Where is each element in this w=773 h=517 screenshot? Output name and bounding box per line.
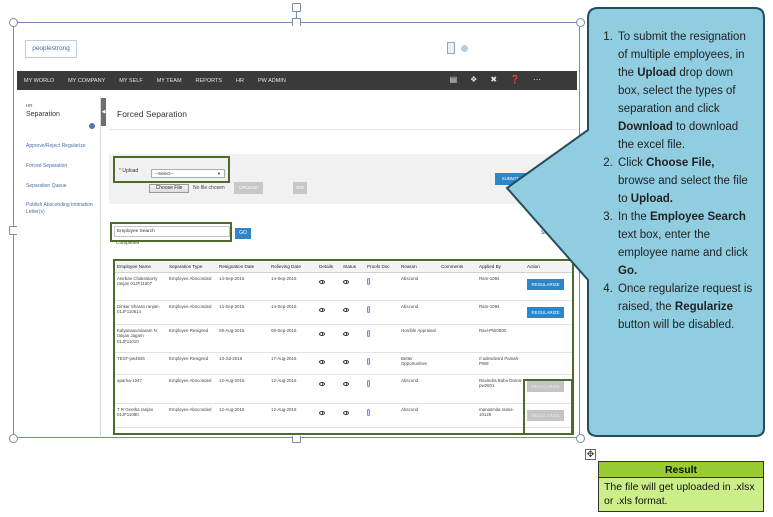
instruction-keyword: Employee Search <box>649 211 746 223</box>
result-header: Result <box>598 461 764 478</box>
instruction-step: Click Choose File, browse and select the… <box>616 154 753 208</box>
instruction-keyword: Download <box>618 121 673 133</box>
instruction-step: To submit the resignation of multiple em… <box>616 28 753 154</box>
move-arrows-icon[interactable]: ✥ <box>585 449 596 460</box>
instruction-text: In the <box>618 211 650 223</box>
instruction-text: text box, enter the employee name and cl… <box>618 229 748 259</box>
instruction-text: button will be disabled. <box>618 319 735 331</box>
instruction-text: Click <box>618 157 647 169</box>
instruction-keyword: Choose File, <box>646 157 715 169</box>
result-text: The file will get uploaded in .xlsx or .… <box>598 477 764 512</box>
instruction-list: To submit the resignation of multiple em… <box>593 28 753 334</box>
instruction-keyword: Go. <box>618 265 638 277</box>
result-table: Result The file will get uploaded in .xl… <box>598 461 764 512</box>
instruction-keyword: Upload. <box>630 193 673 205</box>
instruction-keyword: Upload <box>637 67 677 79</box>
instruction-step: In the Employee Search text box, enter t… <box>616 208 753 280</box>
callout-instructions: To submit the resignation of multiple em… <box>593 28 753 334</box>
instruction-step: Once regularize request is raised, the R… <box>616 280 753 334</box>
instruction-keyword: Regularize <box>674 301 734 313</box>
